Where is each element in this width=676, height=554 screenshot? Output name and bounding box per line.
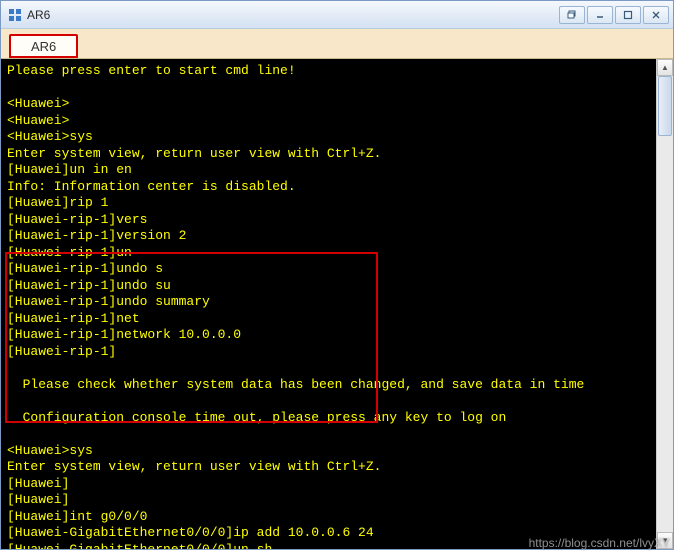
scroll-up-button[interactable]: ▲: [657, 59, 673, 76]
terminal-line: [7, 360, 667, 377]
close-button[interactable]: [643, 6, 669, 24]
terminal-line: Please check whether system data has bee…: [7, 377, 667, 394]
terminal-line: [Huawei-rip-1]undo summary: [7, 294, 667, 311]
terminal-output: Please press enter to start cmd line! <Hu…: [1, 59, 673, 549]
terminal-line: [7, 426, 667, 443]
window-controls: [559, 6, 669, 24]
tabbar: AR6: [1, 29, 673, 59]
terminal-line: [Huawei-rip-1]undo s: [7, 261, 667, 278]
app-icon: [7, 7, 23, 23]
scroll-track[interactable]: [657, 76, 673, 532]
terminal-line: Enter system view, return user view with…: [7, 459, 667, 476]
minimize-button[interactable]: [587, 6, 613, 24]
terminal-line: Configuration console time out, please p…: [7, 410, 667, 427]
terminal-line: [Huawei-rip-1]undo su: [7, 278, 667, 295]
restore-button[interactable]: [559, 6, 585, 24]
terminal-line: [Huawei-rip-1]version 2: [7, 228, 667, 245]
titlebar: AR6: [1, 1, 673, 29]
terminal-line: [Huawei-rip-1]net: [7, 311, 667, 328]
tab-ar6[interactable]: AR6: [9, 34, 78, 58]
terminal-line: <Huawei>sys: [7, 443, 667, 460]
window-title: AR6: [27, 8, 559, 22]
maximize-button[interactable]: [615, 6, 641, 24]
terminal-line: <Huawei>: [7, 96, 667, 113]
watermark: https://blog.csdn.net/lvyXY: [529, 536, 670, 550]
terminal-line: [Huawei-rip-1]un: [7, 245, 667, 262]
terminal-line: [7, 80, 667, 97]
terminal-line: [Huawei-rip-1]network 10.0.0.0: [7, 327, 667, 344]
scrollbar[interactable]: ▲ ▼: [656, 59, 673, 549]
app-window: AR6 AR6 Please press enter to start cmd …: [0, 0, 674, 550]
terminal-line: [Huawei]rip 1: [7, 195, 667, 212]
terminal-line: [Huawei-rip-1]: [7, 344, 667, 361]
terminal-line: Info: Information center is disabled.: [7, 179, 667, 196]
terminal-line: [Huawei-rip-1]vers: [7, 212, 667, 229]
terminal-line: [Huawei]: [7, 492, 667, 509]
terminal-line: [Huawei]int g0/0/0: [7, 509, 667, 526]
terminal[interactable]: Please press enter to start cmd line! <Hu…: [1, 59, 673, 549]
scroll-thumb[interactable]: [658, 76, 672, 136]
terminal-line: <Huawei>: [7, 113, 667, 130]
terminal-line: Please press enter to start cmd line!: [7, 63, 667, 80]
tab-label: AR6: [31, 39, 56, 54]
terminal-line: [7, 393, 667, 410]
terminal-line: Enter system view, return user view with…: [7, 146, 667, 163]
terminal-line: <Huawei>sys: [7, 129, 667, 146]
terminal-line: [Huawei]un in en: [7, 162, 667, 179]
terminal-line: [Huawei]: [7, 476, 667, 493]
